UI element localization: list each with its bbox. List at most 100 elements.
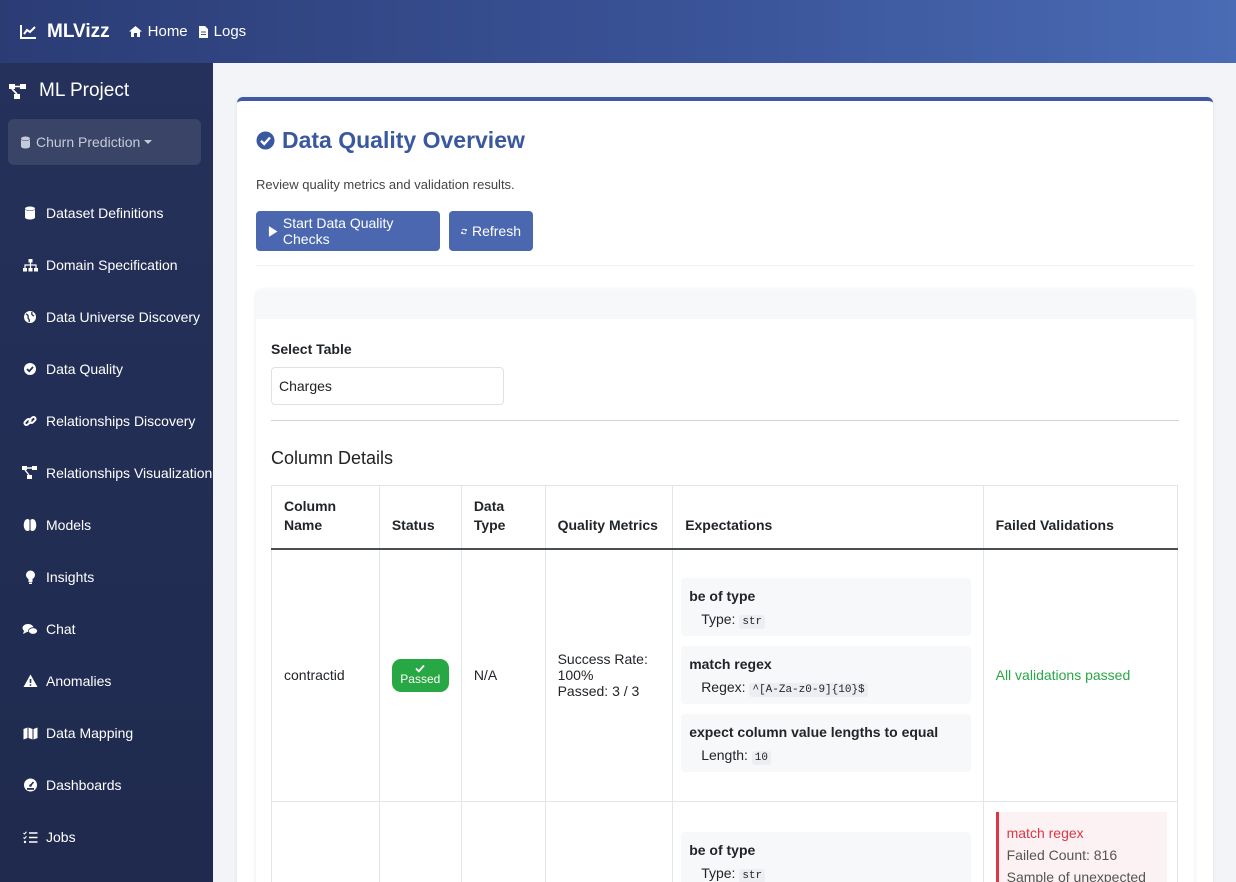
divider xyxy=(271,420,1179,421)
check-circle-icon xyxy=(256,131,275,150)
status-badge: Passed xyxy=(391,658,449,692)
sidebar-item-models[interactable]: Models xyxy=(0,499,213,551)
failed-validations-cell: match regex Failed Count: 816 Sample of … xyxy=(983,801,1179,882)
file-icon xyxy=(198,25,208,38)
table-select[interactable]: Charges xyxy=(271,367,504,405)
quality-metrics-cell: Success Rate: 100% Passed: 3 / 3 xyxy=(545,548,674,802)
column-header[interactable]: Expectations xyxy=(672,485,984,550)
data-type-cell xyxy=(461,801,546,882)
expectation-value: str xyxy=(739,869,766,882)
expectation-item: match regex Regex: ^[A-Za-z0-9]{10}$ xyxy=(681,646,971,705)
table-header-row: Column Name Status Data Type Quality Met… xyxy=(271,485,1179,550)
project-title: ML Project xyxy=(0,63,213,119)
table-row: be of type Type: str match regex Failed … xyxy=(271,801,1179,882)
sidebar-item-domain-specification[interactable]: Domain Specification xyxy=(0,239,213,291)
nav-logs[interactable]: Logs xyxy=(198,23,246,40)
sidebar-item-dashboards[interactable]: Dashboards xyxy=(0,759,213,811)
project-diagram-icon xyxy=(9,83,26,99)
sidebar-item-relationships-visualization[interactable]: Relationships Visualization xyxy=(0,447,213,499)
panel-header xyxy=(256,289,1194,319)
check-circle-icon xyxy=(22,361,38,377)
column-header[interactable]: Data Type xyxy=(461,485,546,550)
sidebar-item-label: Dashboards xyxy=(46,777,122,793)
caret-down-icon xyxy=(144,140,153,144)
sitemap-icon xyxy=(22,257,38,273)
expectation-detail: Length: 10 xyxy=(689,747,962,766)
refresh-button[interactable]: Refresh xyxy=(449,211,533,251)
home-icon xyxy=(128,26,142,37)
sidebar-item-label: Chat xyxy=(46,621,76,637)
sidebar-item-chat[interactable]: Chat xyxy=(0,603,213,655)
failed-count: Failed Count: 816 xyxy=(1006,847,1118,863)
column-header[interactable]: Status xyxy=(379,485,462,550)
lightbulb-icon xyxy=(22,569,38,585)
column-header[interactable]: Quality Metrics xyxy=(545,485,674,550)
project-dropdown[interactable]: Churn Prediction xyxy=(8,119,201,165)
sidebar-item-anomalies[interactable]: Anomalies xyxy=(0,655,213,707)
failed-validation-item: match regex Failed Count: 816 Sample of … xyxy=(995,812,1167,882)
sidebar-item-data-quality[interactable]: Data Quality xyxy=(0,343,213,395)
data-type-cell: N/A xyxy=(461,548,546,802)
sidebar-item-data-mapping[interactable]: Data Mapping xyxy=(0,707,213,759)
play-icon xyxy=(268,225,278,237)
select-table-label: Select Table xyxy=(271,341,352,357)
main-content: Data Quality Overview Review quality met… xyxy=(213,63,1236,882)
sidebar-item-label: Data Mapping xyxy=(46,725,134,741)
sidebar-item-label: Domain Specification xyxy=(46,257,178,273)
sidebar-item-jobs[interactable]: Jobs xyxy=(0,811,213,863)
table-row: contractid Passed N/A Success Rate: 100%… xyxy=(271,548,1179,802)
database-icon xyxy=(22,205,38,221)
sidebar-item-relationships-discovery[interactable]: Relationships Discovery xyxy=(0,395,213,447)
chart-line-icon xyxy=(20,25,36,39)
refresh-button-label: Refresh xyxy=(471,223,521,239)
all-passed-text: All validations passed xyxy=(995,667,1131,684)
sidebar-item-data-universe-discovery[interactable]: Data Universe Discovery xyxy=(0,291,213,343)
expectations-cell: be of type Type: str match regex Regex: xyxy=(672,548,984,802)
sidebar-item-label: Jobs xyxy=(46,829,76,845)
sidebar-item-label: Dataset Definitions xyxy=(46,205,164,221)
failed-validation-title: match regex xyxy=(1006,825,1084,841)
sidebar-item-label: Relationships Visualization xyxy=(46,465,213,481)
failed-validations-cell: All validations passed xyxy=(983,548,1179,802)
column-details-table: Column Name Status Data Type Quality Met… xyxy=(271,485,1179,882)
tasks-icon xyxy=(22,829,38,845)
column-header[interactable]: Failed Validations xyxy=(983,485,1179,550)
expectation-title: expect column value lengths to equal xyxy=(689,724,939,741)
data-quality-card: Data Quality Overview Review quality met… xyxy=(237,97,1213,882)
column-details-title: Column Details xyxy=(271,448,394,468)
expectation-label: Type: xyxy=(701,611,736,628)
quality-metrics-cell xyxy=(545,801,674,882)
success-rate: Success Rate: 100% xyxy=(557,651,648,684)
status-cell xyxy=(379,801,462,882)
page-title: Data Quality Overview xyxy=(256,127,525,154)
sidebar-item-insights[interactable]: Insights xyxy=(0,551,213,603)
start-data-quality-checks-button[interactable]: Start Data Quality Checks xyxy=(256,211,440,251)
map-icon xyxy=(22,725,38,741)
dashboard-icon xyxy=(22,777,38,793)
status-cell: Passed xyxy=(379,548,462,802)
page-subtitle: Review quality metrics and validation re… xyxy=(256,177,515,192)
expectation-item: be of type Type: str xyxy=(681,578,971,637)
project-title-label: ML Project xyxy=(39,80,130,101)
nav-home-label: Home xyxy=(147,23,188,40)
nav-home[interactable]: Home xyxy=(128,23,188,40)
brand-name: MLVizz xyxy=(47,20,110,42)
quality-details-panel: Select Table Charges Column Details Colu… xyxy=(256,289,1194,882)
link-icon xyxy=(22,413,38,429)
failed-sample: Sample of unexpected xyxy=(1006,869,1146,882)
expectation-item: expect column value lengths to equal Len… xyxy=(681,714,971,773)
table-select-value: Charges xyxy=(279,378,332,394)
expectation-label: Regex: xyxy=(701,679,746,696)
expectation-value: ^[A-Za-z0-9]{10}$ xyxy=(749,683,868,698)
project-dropdown-label: Churn Prediction xyxy=(36,134,141,150)
expectation-value: 10 xyxy=(751,751,771,766)
expectation-detail: Type: str xyxy=(689,865,962,882)
expectation-detail: Type: str xyxy=(689,611,962,630)
warning-icon xyxy=(22,673,38,689)
expectation-label: Type: xyxy=(701,865,736,881)
brain-icon xyxy=(22,517,38,533)
brand-logo[interactable]: MLVizz xyxy=(20,21,110,43)
sidebar-item-dataset-definitions[interactable]: Dataset Definitions xyxy=(0,187,213,239)
column-header[interactable]: Column Name xyxy=(271,485,380,550)
expectation-value: str xyxy=(739,615,766,630)
